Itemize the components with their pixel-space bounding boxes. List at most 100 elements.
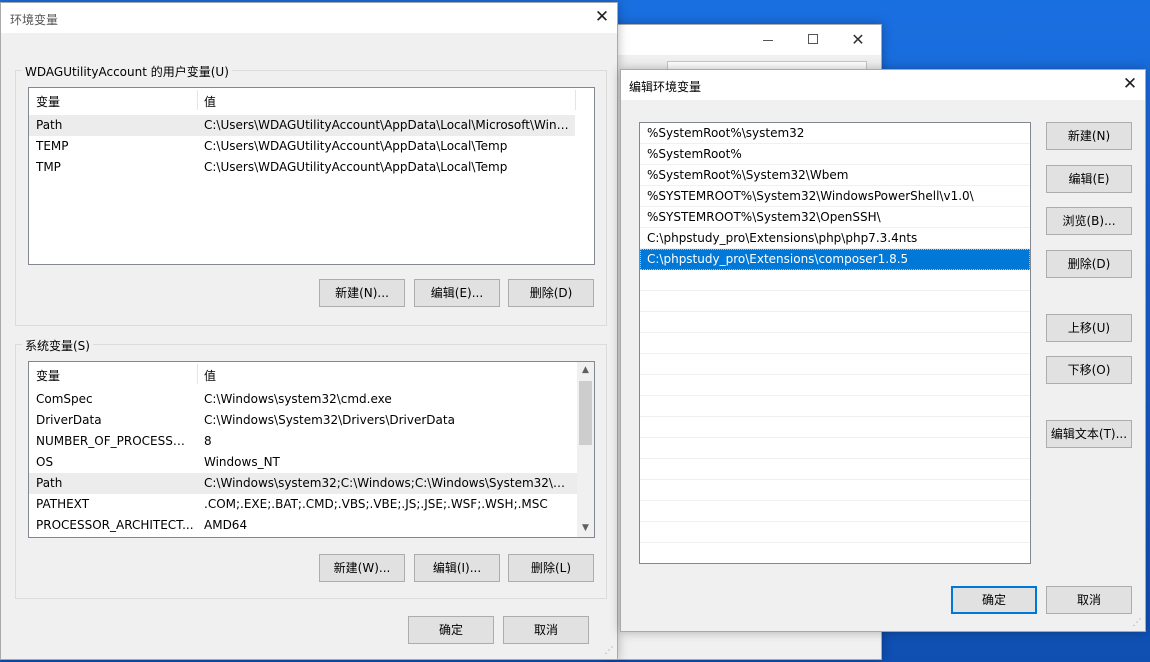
- system-variables-list[interactable]: 变量 值 ComSpec C:\Windows\system32\cmd.exe…: [28, 361, 595, 538]
- system-delete-button[interactable]: 删除(L): [508, 554, 594, 582]
- env-dialog-title: 环境变量: [10, 13, 59, 27]
- empty-list-row[interactable]: [640, 270, 1030, 291]
- scroll-down-arrow-icon[interactable]: ▼: [577, 520, 594, 537]
- variable-value: C:\Windows\system32;C:\Windows;C:\Window…: [204, 476, 572, 490]
- edit-dialog-title: 编辑环境变量: [629, 80, 702, 94]
- header-variable[interactable]: 变量: [36, 367, 60, 384]
- scroll-up-arrow-icon[interactable]: ▲: [577, 362, 594, 379]
- path-entry-text: %SystemRoot%: [647, 147, 742, 161]
- list-item[interactable]: C:\phpstudy_pro\Extensions\php\php7.3.4n…: [640, 228, 1030, 249]
- variable-value: C:\Windows\system32\cmd.exe: [204, 392, 392, 406]
- variable-name: DriverData: [36, 413, 102, 427]
- variable-name: NUMBER_OF_PROCESSORS: [36, 434, 194, 448]
- variable-value: AMD64: [204, 518, 248, 532]
- cancel-button[interactable]: 取消: [503, 616, 589, 644]
- system-variables-legend: 系统变量(S): [22, 337, 93, 354]
- empty-list-row[interactable]: [640, 396, 1030, 417]
- new-entry-button[interactable]: 新建(N): [1046, 122, 1132, 150]
- variable-value: C:\Windows\System32\Drivers\DriverData: [204, 413, 455, 427]
- list-item[interactable]: %SYSTEMROOT%\System32\WindowsPowerShell\…: [640, 186, 1030, 207]
- close-icon[interactable]: ✕: [843, 25, 873, 55]
- edit-entry-button[interactable]: 编辑(E): [1046, 165, 1132, 193]
- user-new-button[interactable]: 新建(N)...: [319, 279, 405, 307]
- resize-grip-icon[interactable]: ⋰: [603, 645, 615, 657]
- path-entry-text: C:\phpstudy_pro\Extensions\php\php7.3.4n…: [647, 231, 918, 245]
- variable-name: TEMP: [36, 139, 69, 153]
- user-variables-list[interactable]: 变量 值 Path C:\Users\WDAGUtilityAccount\Ap…: [28, 87, 595, 265]
- table-row[interactable]: DriverData C:\Windows\System32\Drivers\D…: [29, 410, 577, 431]
- minimize-icon[interactable]: [753, 31, 783, 51]
- table-row[interactable]: TMP C:\Users\WDAGUtilityAccount\AppData\…: [29, 157, 575, 178]
- empty-list-row[interactable]: [640, 375, 1030, 396]
- variable-name: Path: [36, 118, 63, 132]
- close-icon[interactable]: ✕: [587, 3, 617, 33]
- empty-list-row[interactable]: [640, 291, 1030, 312]
- variable-name: PROCESSOR_ARCHITECT...: [36, 518, 194, 532]
- list-item[interactable]: %SystemRoot%\system32: [640, 123, 1030, 144]
- ok-button[interactable]: 确定: [951, 586, 1037, 614]
- empty-list-row[interactable]: [640, 459, 1030, 480]
- empty-list-row[interactable]: [640, 333, 1030, 354]
- background-window-titlebar: [607, 25, 881, 55]
- empty-list-row[interactable]: [640, 480, 1030, 501]
- scrollbar-thumb[interactable]: [579, 381, 592, 445]
- table-row[interactable]: Path C:\Windows\system32;C:\Windows;C:\W…: [29, 473, 577, 494]
- cancel-button[interactable]: 取消: [1046, 586, 1132, 614]
- user-edit-button[interactable]: 编辑(E)...: [414, 279, 500, 307]
- env-variables-dialog: 环境变量 ✕ WDAGUtilityAccount 的用户变量(U) 变量 值 …: [0, 2, 618, 660]
- variable-value: C:\Users\WDAGUtilityAccount\AppData\Loca…: [204, 118, 572, 132]
- path-entry-text: %SYSTEMROOT%\System32\OpenSSH\: [647, 210, 881, 224]
- empty-list-row[interactable]: [640, 417, 1030, 438]
- variable-value: .COM;.EXE;.BAT;.CMD;.VBS;.VBE;.JS;.JSE;.…: [204, 497, 548, 511]
- header-value[interactable]: 值: [204, 93, 216, 110]
- table-row[interactable]: ComSpec C:\Windows\system32\cmd.exe: [29, 389, 577, 410]
- variable-value: C:\Users\WDAGUtilityAccount\AppData\Loca…: [204, 160, 508, 174]
- header-value[interactable]: 值: [204, 367, 216, 384]
- ok-button[interactable]: 确定: [408, 616, 494, 644]
- table-row[interactable]: PROCESSOR_ARCHITECT... AMD64: [29, 515, 577, 536]
- move-down-button[interactable]: 下移(O): [1046, 356, 1132, 384]
- list-item-selected[interactable]: C:\phpstudy_pro\Extensions\composer1.8.5: [640, 249, 1030, 270]
- browse-button[interactable]: 浏览(B)...: [1046, 207, 1132, 235]
- table-row[interactable]: Path C:\Users\WDAGUtilityAccount\AppData…: [29, 115, 575, 136]
- edit-text-button[interactable]: 编辑文本(T)...: [1046, 420, 1132, 448]
- edit-dialog-titlebar: 编辑环境变量 ✕: [621, 70, 1145, 100]
- table-row[interactable]: PATHEXT .COM;.EXE;.BAT;.CMD;.VBS;.VBE;.J…: [29, 494, 577, 515]
- delete-entry-button[interactable]: 删除(D): [1046, 250, 1132, 278]
- move-up-button[interactable]: 上移(U): [1046, 314, 1132, 342]
- table-row[interactable]: NUMBER_OF_PROCESSORS 8: [29, 431, 577, 452]
- close-icon[interactable]: ✕: [1115, 70, 1145, 100]
- variable-name: PATHEXT: [36, 497, 90, 511]
- list-item[interactable]: %SystemRoot%: [640, 144, 1030, 165]
- table-row[interactable]: OS Windows_NT: [29, 452, 577, 473]
- path-entry-text: %SYSTEMROOT%\System32\WindowsPowerShell\…: [647, 189, 974, 203]
- empty-list-row[interactable]: [640, 522, 1030, 543]
- background-window-field: [667, 61, 867, 69]
- user-delete-button[interactable]: 删除(D): [508, 279, 594, 307]
- empty-list-row[interactable]: [640, 312, 1030, 333]
- path-entry-text: %SystemRoot%\System32\Wbem: [647, 168, 849, 182]
- variable-name: Path: [36, 476, 63, 490]
- variable-value: C:\Users\WDAGUtilityAccount\AppData\Loca…: [204, 139, 508, 153]
- env-dialog-titlebar: 环境变量 ✕: [1, 3, 617, 33]
- path-entry-text: C:\phpstudy_pro\Extensions\composer1.8.5: [647, 252, 909, 266]
- system-list-scrollbar[interactable]: ▲ ▼: [577, 362, 594, 537]
- empty-list-row[interactable]: [640, 438, 1030, 459]
- variable-name: TMP: [36, 160, 61, 174]
- system-new-button[interactable]: 新建(W)...: [319, 554, 405, 582]
- variable-value: 8: [204, 434, 212, 448]
- empty-list-row[interactable]: [640, 501, 1030, 522]
- list-item[interactable]: %SYSTEMROOT%\System32\OpenSSH\: [640, 207, 1030, 228]
- user-list-header: 变量 值: [29, 88, 594, 112]
- user-variables-legend: WDAGUtilityAccount 的用户变量(U): [22, 63, 232, 80]
- path-entries-list[interactable]: %SystemRoot%\system32 %SystemRoot% %Syst…: [639, 122, 1031, 564]
- resize-grip-icon[interactable]: ⋰: [1131, 617, 1143, 629]
- variable-name: OS: [36, 455, 54, 469]
- variable-value: Windows_NT: [204, 455, 280, 469]
- table-row[interactable]: TEMP C:\Users\WDAGUtilityAccount\AppData…: [29, 136, 575, 157]
- system-edit-button[interactable]: 编辑(I)...: [414, 554, 500, 582]
- list-item[interactable]: %SystemRoot%\System32\Wbem: [640, 165, 1030, 186]
- empty-list-row[interactable]: [640, 354, 1030, 375]
- header-variable[interactable]: 变量: [36, 93, 60, 110]
- maximize-icon[interactable]: [798, 31, 828, 51]
